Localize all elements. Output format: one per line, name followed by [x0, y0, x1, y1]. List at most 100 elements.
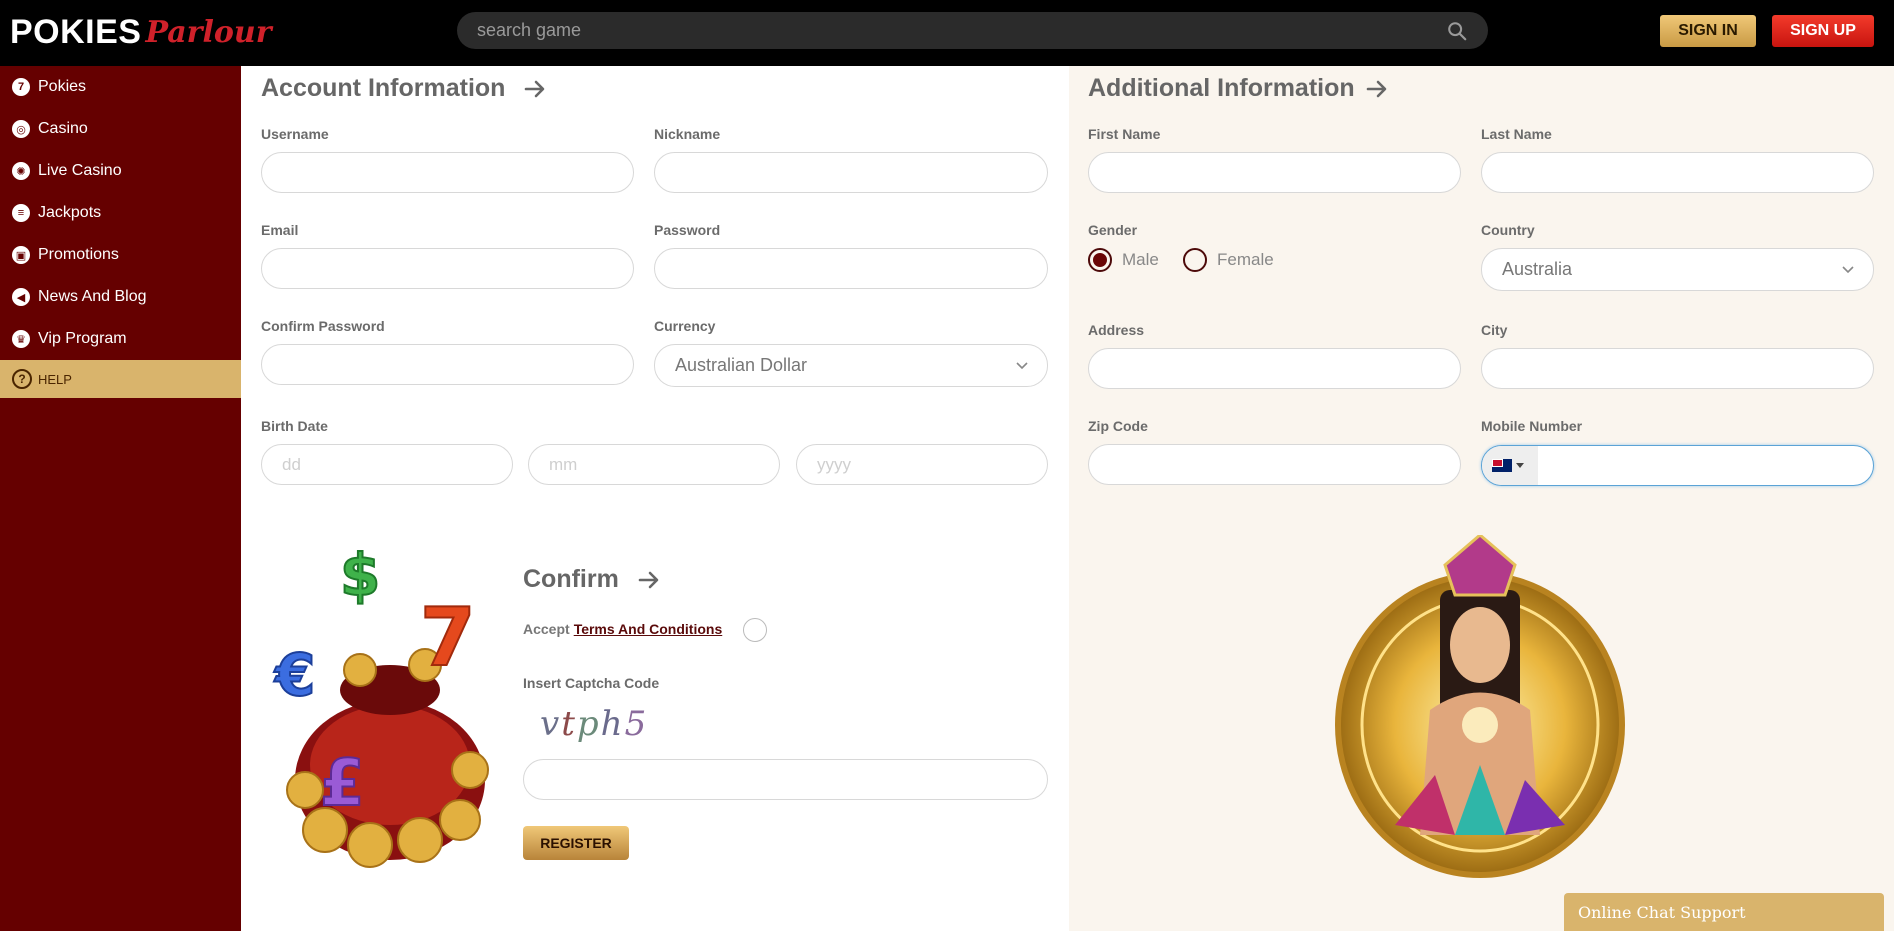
email-label: Email — [261, 222, 299, 238]
section-title-text: Confirm — [523, 565, 619, 593]
gender-radio-male[interactable]: Male — [1088, 248, 1159, 272]
seven-icon: 7 — [12, 78, 30, 96]
radio-unselected-icon — [1183, 248, 1207, 272]
gender-radio-female[interactable]: Female — [1183, 248, 1274, 272]
chevron-down-icon — [1016, 362, 1028, 370]
email-field[interactable] — [261, 248, 634, 289]
accept-terms-row: Accept Terms And Conditions — [523, 621, 722, 637]
address-label: Address — [1088, 322, 1145, 338]
search-icon[interactable] — [1446, 20, 1468, 42]
svg-text:£: £ — [320, 747, 365, 821]
sidebar-item-help[interactable]: ? HELP — [0, 360, 241, 398]
gender-label: Gender — [1088, 222, 1138, 238]
country-code-dropdown[interactable] — [1482, 446, 1538, 485]
confirm-password-field[interactable] — [261, 344, 634, 385]
birth-day-placeholder: dd — [282, 454, 301, 474]
logo-text-main: POKIES — [10, 12, 142, 51]
top-header: POKIES Parlour SIGN IN SIGN UP — [0, 0, 1894, 66]
chat-label: Online Chat Support — [1578, 902, 1746, 922]
sign-up-button[interactable]: SIGN UP — [1772, 15, 1874, 47]
radio-label: Female — [1217, 250, 1274, 269]
sidebar: 7 Pokies ◎ Casino ✺ Live Casino ≡ Jackpo… — [0, 66, 241, 931]
captcha-char: 5 — [624, 704, 649, 744]
sign-in-button[interactable]: SIGN IN — [1660, 15, 1756, 47]
arrow-right-icon — [638, 571, 659, 588]
birth-month-field[interactable]: mm — [528, 444, 780, 485]
last-name-label: Last Name — [1481, 126, 1552, 142]
password-field[interactable] — [654, 248, 1048, 289]
section-title-text: Additional Information — [1088, 74, 1355, 102]
sidebar-item-label: Pokies — [38, 78, 87, 95]
sidebar-item-pokies[interactable]: 7 Pokies — [0, 66, 241, 108]
city-field[interactable] — [1481, 348, 1874, 389]
captcha-char: h — [600, 704, 625, 744]
first-name-field[interactable] — [1088, 152, 1461, 193]
captcha-field[interactable] — [523, 759, 1048, 800]
birth-year-placeholder: yyyy — [817, 454, 851, 474]
account-info-title: Account Information — [261, 74, 547, 103]
country-select[interactable]: Australia — [1481, 248, 1874, 291]
city-label: City — [1481, 322, 1508, 338]
roulette-icon: ✺ — [12, 162, 30, 180]
nickname-label: Nickname — [654, 126, 721, 142]
chevron-down-icon — [1842, 266, 1854, 274]
site-logo[interactable]: POKIES Parlour — [10, 10, 272, 54]
section-title-text: Account Information — [261, 74, 506, 102]
jackpot-icon: ≡ — [12, 204, 30, 222]
caret-down-icon — [1516, 463, 1524, 468]
terms-checkbox[interactable] — [743, 618, 767, 642]
arrow-right-icon — [1366, 80, 1386, 97]
birth-date-label: Birth Date — [261, 418, 328, 434]
money-bag-illustration: $ 7 € £ — [272, 550, 489, 868]
sidebar-item-casino[interactable]: ◎ Casino — [0, 108, 241, 150]
password-label: Password — [654, 222, 721, 238]
first-name-label: First Name — [1088, 126, 1161, 142]
svg-text:7: 7 — [420, 591, 476, 684]
sidebar-item-label: News And Blog — [38, 288, 147, 305]
currency-value: Australian Dollar — [675, 355, 808, 375]
confirm-password-label: Confirm Password — [261, 318, 385, 334]
mobile-number-field[interactable] — [1481, 445, 1874, 486]
sidebar-item-label: Live Casino — [38, 162, 122, 179]
currency-select[interactable]: Australian Dollar — [654, 344, 1048, 387]
radio-selected-icon — [1088, 248, 1112, 272]
zip-code-field[interactable] — [1088, 444, 1461, 485]
terms-link[interactable]: Terms And Conditions — [574, 621, 723, 637]
svg-text:€: € — [273, 641, 315, 709]
last-name-field[interactable] — [1481, 152, 1874, 193]
mobile-number-label: Mobile Number — [1481, 418, 1583, 434]
radio-label: Male — [1122, 250, 1159, 269]
currency-label: Currency — [654, 318, 716, 334]
arrow-right-icon — [525, 80, 545, 97]
additional-info-title: Additional Information — [1088, 74, 1389, 103]
sidebar-item-label: Vip Program — [38, 330, 127, 347]
sidebar-item-jackpots[interactable]: ≡ Jackpots — [0, 192, 241, 234]
svg-text:$: $ — [340, 550, 380, 609]
online-chat-button[interactable]: Online Chat Support — [1564, 893, 1884, 931]
accept-text: Accept — [523, 621, 570, 637]
birth-year-field[interactable]: yyyy — [796, 444, 1048, 485]
birth-day-field[interactable]: dd — [261, 444, 513, 485]
captcha-char: p — [576, 704, 601, 744]
sidebar-item-live-casino[interactable]: ✺ Live Casino — [0, 150, 241, 192]
sidebar-item-label: HELP — [38, 371, 72, 387]
register-button[interactable]: REGISTER — [523, 826, 629, 860]
country-value: Australia — [1502, 259, 1573, 279]
confirm-title: Confirm — [523, 565, 661, 594]
search-input[interactable] — [477, 20, 1446, 41]
username-label: Username — [261, 126, 329, 142]
sidebar-item-promotions[interactable]: ▣ Promotions — [0, 234, 241, 276]
username-field[interactable] — [261, 152, 634, 193]
help-icon: ? — [12, 369, 32, 389]
gift-icon: ▣ — [12, 246, 30, 264]
search-bar — [457, 12, 1488, 49]
logo-text-script: Parlour — [145, 14, 272, 50]
crown-icon: ♛ — [12, 330, 30, 348]
captcha-char: v — [540, 704, 562, 744]
sidebar-item-vip-program[interactable]: ♛ Vip Program — [0, 318, 241, 360]
sidebar-item-news-and-blog[interactable]: ◀ News And Blog — [0, 276, 241, 318]
nickname-field[interactable] — [654, 152, 1048, 193]
address-field[interactable] — [1088, 348, 1461, 389]
sidebar-item-label: Promotions — [38, 246, 119, 263]
captcha-label: Insert Captcha Code — [523, 675, 660, 691]
